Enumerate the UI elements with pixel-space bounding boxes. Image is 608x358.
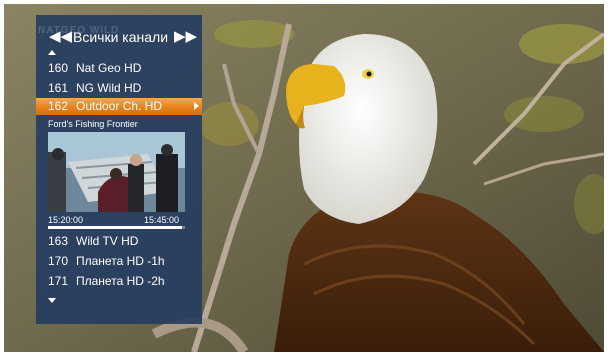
channel-number: 162 (48, 99, 69, 113)
triangle-down-icon[interactable] (48, 298, 56, 303)
program-end-time: 15:45:00 (144, 215, 180, 225)
program-start-time: 15:20:00 (48, 215, 84, 225)
channel-row[interactable]: 163 Wild TV HD (36, 233, 202, 250)
channel-number: 170 (48, 254, 69, 268)
channel-row[interactable]: 170 Планета HD -1h (36, 253, 202, 270)
channel-list-panel: NATGEO WILD ◀◀ Всички канали ▶▶ 160 Nat … (36, 15, 202, 324)
program-preview-image (48, 132, 185, 212)
channel-name: Планета HD -2h (76, 274, 165, 288)
channel-row[interactable]: 161 NG Wild HD (36, 80, 202, 97)
channel-name: NG Wild HD (76, 81, 142, 95)
channel-row[interactable]: 171 Планета HD -2h (36, 273, 202, 290)
program-title: Ford's Fishing Frontier (48, 119, 138, 129)
double-arrow-right-icon[interactable]: ▶▶ (174, 29, 197, 44)
channel-row-selected[interactable]: 162 Outdoor Ch. HD (36, 98, 202, 115)
channel-number: 160 (48, 61, 69, 75)
panel-header: NATGEO WILD ◀◀ Всички канали ▶▶ (36, 21, 202, 55)
triangle-up-icon[interactable] (48, 50, 56, 55)
channel-number: 163 (48, 234, 69, 248)
channel-name: Wild TV HD (76, 234, 139, 248)
channel-name: Outdoor Ch. HD (76, 99, 163, 113)
program-progress-fill (48, 226, 183, 229)
channel-row[interactable]: 160 Nat Geo HD (36, 60, 202, 77)
channel-name: Планета HD -1h (76, 254, 165, 268)
channel-group-title: Всички канали (73, 29, 169, 45)
channel-number: 161 (48, 81, 69, 95)
tv-screen: NATGEO WILD ◀◀ Всички канали ▶▶ 160 Nat … (4, 4, 604, 352)
chevron-right-icon (194, 102, 199, 110)
channel-number: 171 (48, 274, 69, 288)
channel-name: Nat Geo HD (76, 61, 142, 75)
double-arrow-left-icon[interactable]: ◀◀ (49, 29, 72, 44)
program-progress-bar (48, 226, 185, 229)
